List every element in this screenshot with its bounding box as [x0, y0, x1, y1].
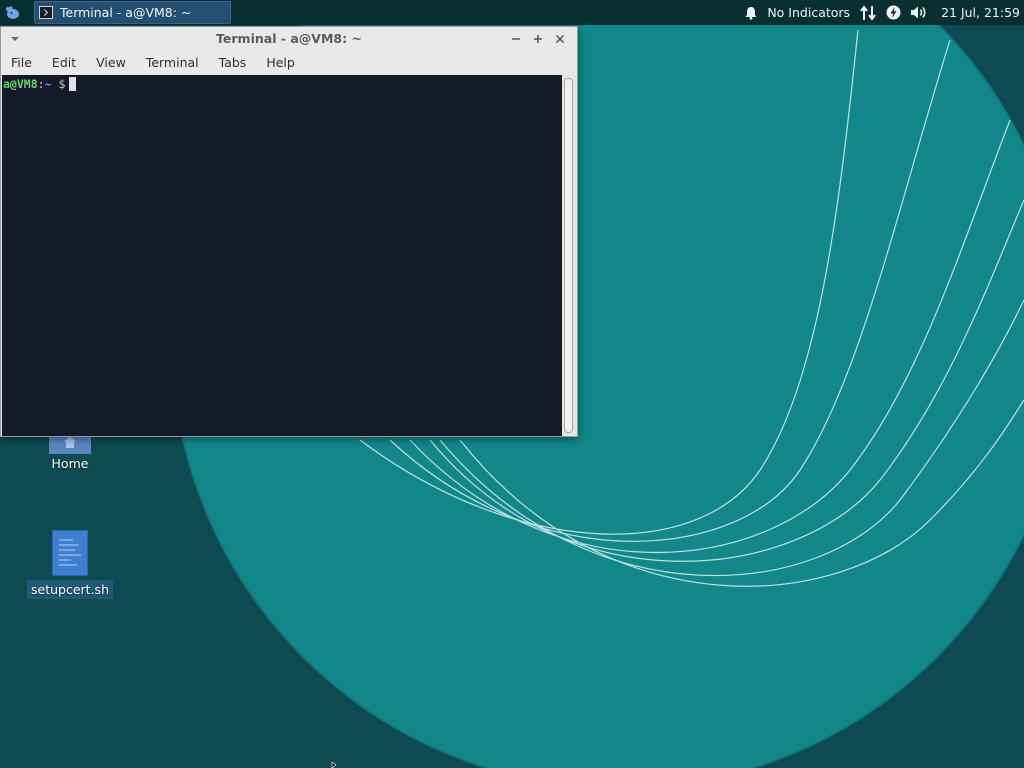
applications-menu-button[interactable] [0, 0, 26, 25]
power-bolt-icon [886, 5, 901, 20]
network-indicator[interactable] [859, 4, 877, 21]
xfce-mouse-icon [6, 5, 19, 19]
close-icon [555, 34, 565, 44]
desktop-icon-setupcert-label: setupcert.sh [27, 580, 113, 599]
terminal-window[interactable]: Terminal - a@VM8: ~ File Edit View Termi… [0, 26, 578, 437]
notifications-label: No Indicators [767, 5, 851, 20]
volume-indicator[interactable] [910, 5, 928, 20]
mouse-pointer-icon [331, 762, 337, 768]
window-titlebar[interactable]: Terminal - a@VM8: ~ [1, 27, 577, 51]
clock-label: 21 Jul, 21:59 [941, 5, 1020, 20]
menu-edit[interactable]: Edit [46, 55, 82, 70]
desktop-icon-home-label: Home [51, 456, 89, 471]
prompt-path: ~ [44, 77, 52, 91]
desktop-icon-setupcert[interactable]: setupcert.sh [27, 530, 113, 599]
terminal-output-area[interactable]: a@VM8:~ $ [2, 75, 564, 436]
prompt-separator: : [37, 77, 45, 91]
minimize-button[interactable] [505, 30, 527, 48]
clock[interactable]: 21 Jul, 21:59 [941, 5, 1020, 20]
terminal-scrollbar[interactable] [562, 75, 576, 436]
text-cursor [69, 77, 77, 91]
bell-icon [745, 6, 757, 20]
menu-file[interactable]: File [5, 55, 38, 70]
menu-view[interactable]: View [90, 55, 132, 70]
taskbar-button-label: Terminal - a@VM8: ~ [60, 5, 192, 20]
prompt-user-host: a@VM8 [3, 77, 38, 91]
maximize-icon [534, 35, 542, 43]
menu-terminal[interactable]: Terminal [140, 55, 205, 70]
menu-tabs[interactable]: Tabs [213, 55, 253, 70]
minimize-icon [512, 38, 520, 40]
window-title: Terminal - a@VM8: ~ [216, 31, 362, 46]
taskbar-terminal-button[interactable]: Terminal - a@VM8: ~ [34, 1, 231, 24]
scrollbar-thumb[interactable] [564, 78, 573, 433]
notifications-indicator[interactable]: No Indicators [744, 5, 850, 20]
menu-help[interactable]: Help [260, 55, 301, 70]
network-arrows-icon [860, 4, 876, 21]
top-panel: Terminal - a@VM8: ~ No Indicators 21 Jul… [0, 0, 1024, 25]
close-button[interactable] [549, 30, 571, 48]
prompt-symbol: $ [58, 77, 66, 91]
terminal-icon [39, 6, 53, 19]
maximize-button[interactable] [527, 30, 549, 48]
power-indicator[interactable] [886, 5, 901, 20]
script-file-icon [52, 530, 88, 576]
terminal-menubar: File Edit View Terminal Tabs Help [1, 51, 577, 74]
speaker-icon [911, 6, 926, 19]
system-tray: No Indicators 21 Jul, 21:59 [744, 0, 1024, 25]
